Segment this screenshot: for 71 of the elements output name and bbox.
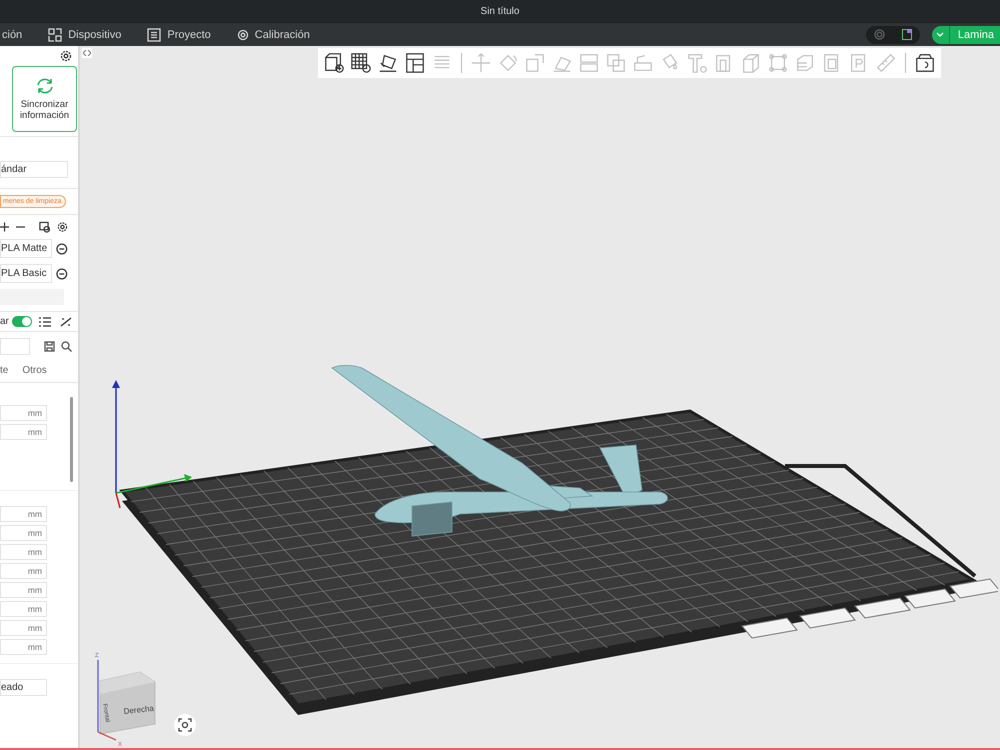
select-field[interactable]: eado [0, 679, 47, 696]
save-icon[interactable] [44, 341, 55, 352]
box-icon [914, 52, 936, 74]
filament-field[interactable]: PLA Basic [0, 264, 52, 283]
remove-icon[interactable] [56, 268, 68, 280]
status-pill[interactable] [866, 26, 920, 44]
scale-icon [524, 52, 546, 74]
menu-tab[interactable]: Calibración [236, 28, 310, 40]
add-icon[interactable] [0, 222, 10, 232]
support-icon [632, 52, 654, 74]
collapse-handle[interactable] [82, 48, 92, 58]
menu-tab[interactable]: Proyecto [147, 28, 211, 42]
menu-tab[interactable]: ción [2, 28, 22, 40]
filament-field[interactable]: PLA Matte [0, 239, 52, 258]
value-field[interactable]: mm [0, 506, 47, 522]
view-cube-label: Derecha [123, 704, 154, 716]
text-icon [686, 52, 708, 74]
list-icon [147, 28, 162, 42]
panel-icon [902, 29, 912, 40]
sync-spool-icon[interactable] [39, 221, 50, 233]
tool-button[interactable] [403, 51, 427, 75]
percent-icon[interactable] [60, 316, 72, 326]
process-tab[interactable]: Otros [22, 365, 47, 378]
value-field[interactable]: mm [0, 525, 47, 541]
remove-icon[interactable] [56, 242, 68, 254]
plate-type-field[interactable]: ándar [0, 161, 68, 178]
advanced-toggle[interactable] [12, 316, 32, 327]
plate-arrange-icon [377, 52, 399, 74]
reset-view-button[interactable] [174, 714, 196, 736]
search-field[interactable] [0, 338, 30, 355]
move-icon [470, 52, 492, 74]
add-cube-icon [323, 52, 345, 74]
value-field[interactable]: mm [0, 601, 47, 617]
boolean-icon [605, 52, 627, 74]
menu-tab[interactable]: Dispositivo [48, 28, 122, 42]
search-icon[interactable] [61, 341, 72, 352]
device-icon [48, 28, 62, 42]
value-field[interactable]: mm [0, 639, 47, 655]
tool-button[interactable] [322, 51, 346, 75]
slice-button[interactable]: Lamina [932, 26, 1000, 44]
sync-button[interactable]: Sincronizar información [12, 66, 77, 132]
list-icon[interactable] [39, 316, 51, 326]
settings-icon[interactable] [60, 50, 72, 62]
value-field[interactable]: mm [0, 582, 47, 598]
settings-icon[interactable] [57, 221, 68, 233]
view-cube[interactable] [97, 660, 156, 741]
value-field[interactable]: mm [0, 563, 47, 579]
tool-button[interactable] [349, 51, 373, 75]
layered-cube-icon [794, 52, 816, 74]
ruler-icon [875, 52, 897, 74]
value-field[interactable]: mm [0, 405, 47, 421]
collapse-icon [83, 50, 91, 56]
tool-button[interactable] [913, 51, 937, 75]
grid-add-icon [350, 52, 372, 74]
split-icon [578, 52, 600, 74]
scrollbar[interactable] [70, 397, 73, 482]
process-label: ar [0, 316, 9, 327]
bounding-box-icon [767, 52, 789, 74]
cube-icon [740, 52, 762, 74]
target-icon [874, 29, 886, 40]
sync-icon [34, 76, 54, 95]
value-field[interactable]: mm [0, 620, 47, 636]
caret-icon [936, 32, 944, 38]
window-title: Sin título [480, 6, 520, 16]
focus-icon [178, 718, 192, 732]
value-field[interactable]: mm [0, 544, 47, 560]
process-tab[interactable]: te [0, 365, 8, 378]
layout-icon [404, 52, 426, 74]
settings-icon [236, 28, 249, 40]
value-field[interactable]: mm [0, 424, 47, 440]
rotate-icon [497, 52, 519, 74]
